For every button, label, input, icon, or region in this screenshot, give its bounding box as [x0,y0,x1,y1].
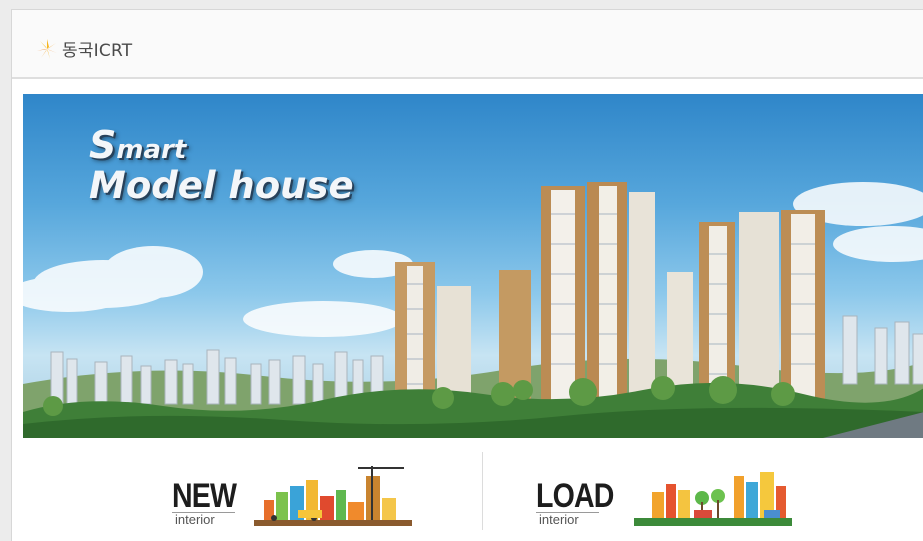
hero-title-line1: Smart [89,123,187,167]
load-interior-button[interactable]: LOAD interior [536,462,793,526]
brand-name: 동국ICRT [62,41,133,61]
hero-title: Smart Model house [89,123,354,207]
construction-city-icon [254,466,413,526]
city-park-icon [634,472,793,526]
new-interior-button[interactable]: NEW interior [172,462,413,526]
load-interior-label: LOAD interior [536,479,628,526]
new-interior-title: NEW [172,477,237,515]
brand-logo-icon [37,38,57,59]
load-interior-title: LOAD [536,477,614,515]
menu-divider [482,452,483,530]
hero-title-line2: Model house [89,164,354,207]
brand-logo[interactable]: 동국ICRT [36,36,132,61]
new-interior-label: NEW interior [172,479,248,526]
site-header: 동국ICRT [12,10,923,79]
hero-banner: Smart Model house [23,94,923,438]
page-frame: 동국ICRT Smart Model house NEW interior LO… [11,9,923,541]
